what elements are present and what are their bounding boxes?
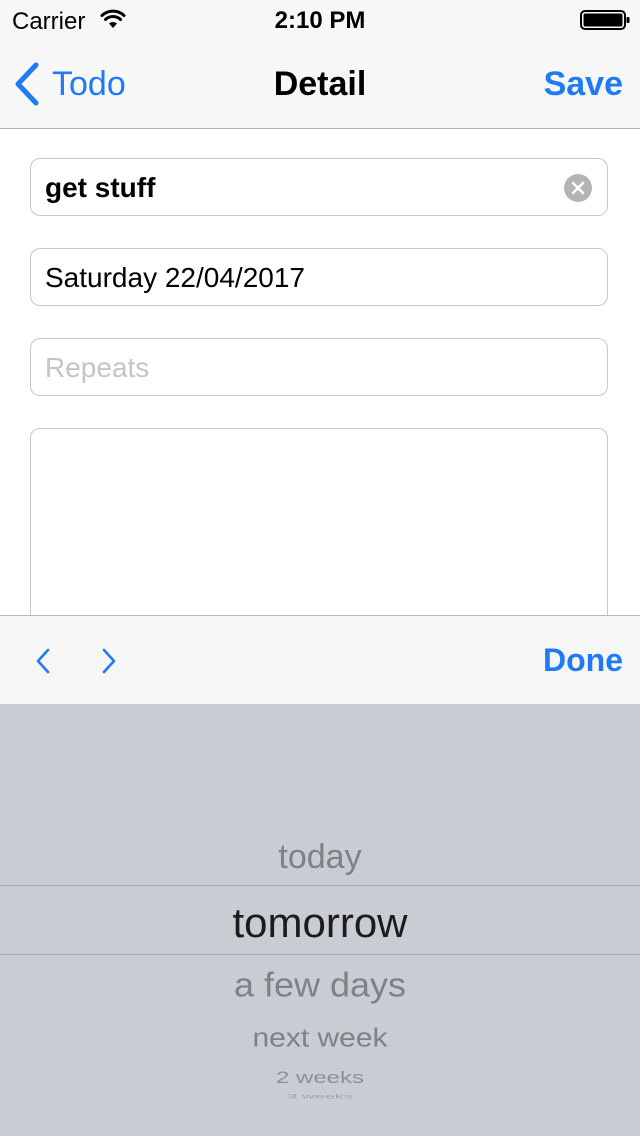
navigation-bar: Todo Detail Save [0, 40, 640, 129]
save-button[interactable]: Save [544, 40, 623, 128]
repeats-field[interactable]: Repeats [30, 338, 608, 396]
done-button[interactable]: Done [543, 616, 623, 705]
repeats-placeholder: Repeats [45, 352, 150, 383]
picker-option[interactable]: 3 weeks [0, 1093, 640, 1100]
chevron-left-icon [15, 62, 39, 106]
keyboard-accessory-toolbar: Done [0, 615, 640, 705]
next-field-chevron-icon[interactable] [100, 648, 118, 674]
todo-name-field[interactable]: get stuff [30, 158, 608, 216]
due-date-value: Saturday 22/04/2017 [45, 262, 305, 293]
todo-name-value: get stuff [45, 172, 156, 203]
picker-option[interactable]: 2 weeks [0, 1068, 640, 1088]
status-time: 2:10 PM [274, 7, 366, 34]
repeat-picker[interactable]: today tomorrow a few days next week 2 we… [0, 704, 640, 1136]
picker-selection-line-bottom [0, 954, 640, 955]
status-bar: Carrier 2:10 PM [0, 0, 640, 40]
picker-selection-line-top [0, 885, 640, 886]
clear-icon[interactable] [564, 174, 592, 202]
picker-option[interactable]: a few days [0, 965, 640, 1005]
back-button[interactable]: Todo [14, 40, 126, 128]
battery-icon [580, 10, 630, 30]
previous-field-chevron-icon[interactable] [34, 648, 52, 674]
picker-option-selected[interactable]: tomorrow [0, 899, 640, 947]
picker-option[interactable]: today [0, 838, 640, 877]
due-date-field[interactable]: Saturday 22/04/2017 [30, 248, 608, 306]
back-button-label: Todo [52, 64, 126, 103]
notes-text-area[interactable] [30, 428, 608, 628]
picker-option[interactable]: next week [0, 1025, 640, 1054]
